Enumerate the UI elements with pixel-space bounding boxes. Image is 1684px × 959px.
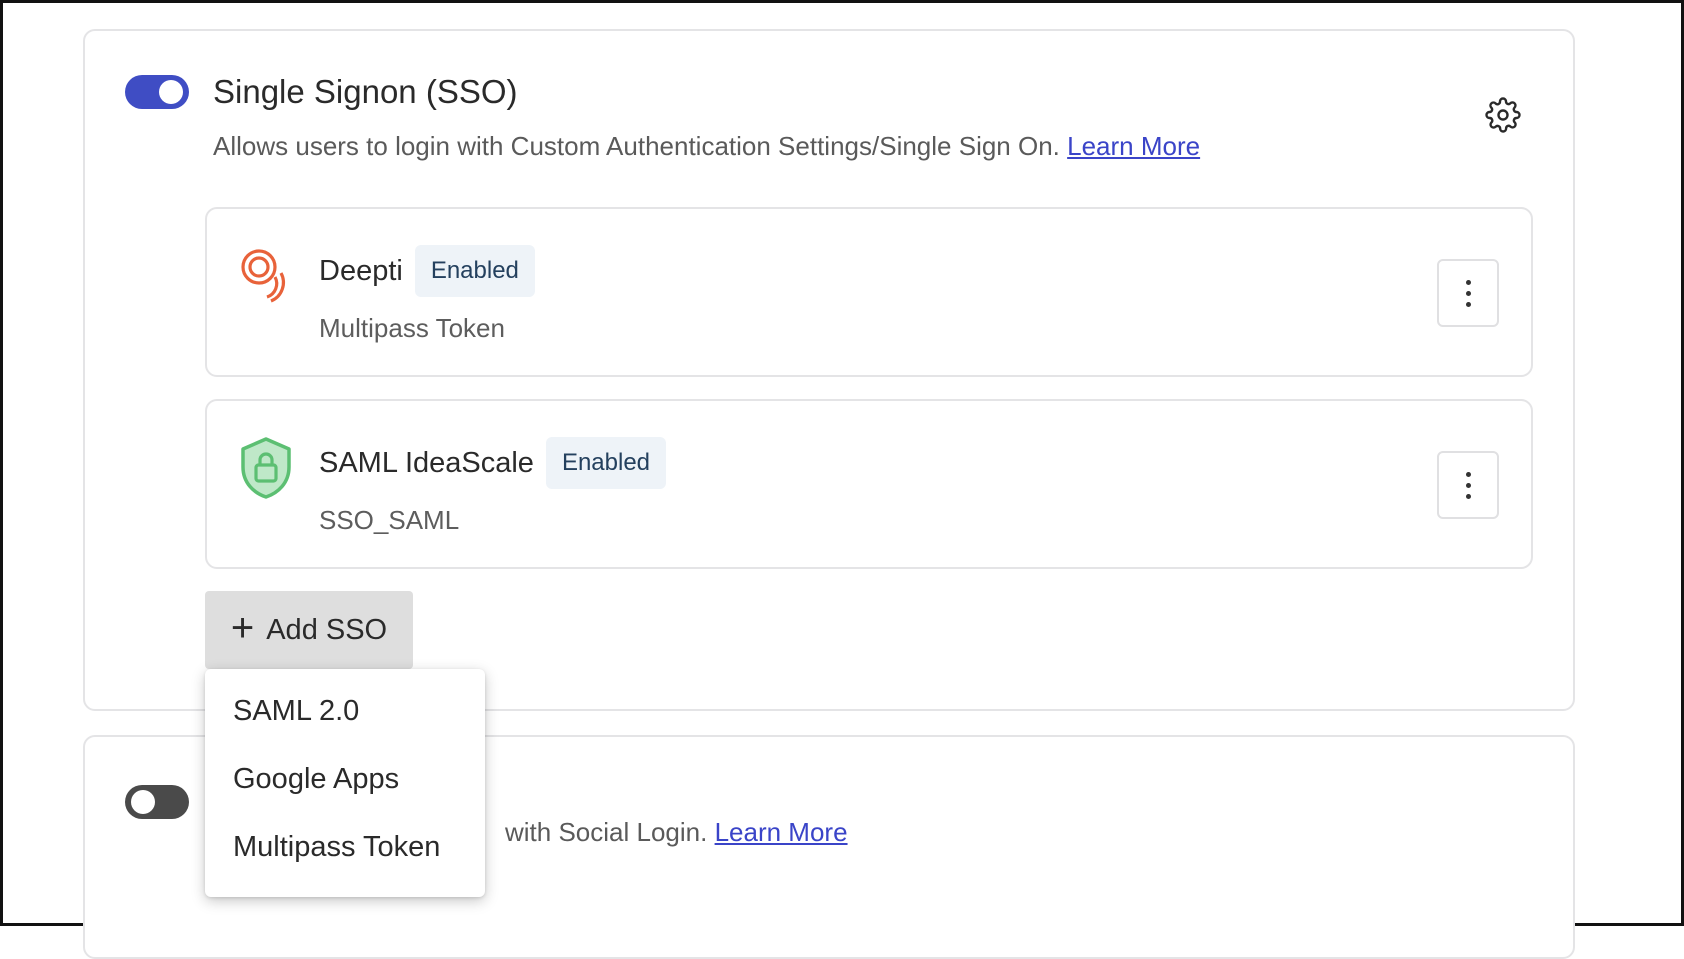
kebab-dot: [1465, 471, 1471, 477]
sso-title: Single Signon (SSO): [213, 73, 518, 110]
provider-menu-button[interactable]: [1437, 451, 1499, 519]
toggle-knob: [131, 790, 155, 814]
provider-name-row: Deepti Enabled: [319, 245, 535, 297]
add-sso-label: Add SSO: [266, 613, 388, 646]
menu-item-saml[interactable]: SAML 2.0: [205, 677, 485, 745]
kebab-dot: [1465, 279, 1471, 285]
provider-type: Multipass Token: [319, 313, 505, 343]
add-sso-button[interactable]: + Add SSO: [205, 591, 413, 669]
status-badge: Enabled: [545, 437, 667, 489]
screenshot-frame: Single Signon (SSO) Allows users to logi…: [0, 0, 1684, 959]
provider-name-row: SAML IdeaScale Enabled: [319, 437, 667, 489]
shield-lock-icon: [241, 437, 291, 499]
plus-icon: +: [230, 606, 255, 650]
sso-description-text: Allows users to login with Custom Authen…: [213, 131, 1060, 161]
kebab-dot: [1465, 301, 1471, 307]
sso-learn-more-link[interactable]: Learn More: [1067, 131, 1200, 161]
toggle-knob: [159, 80, 183, 104]
provider-type: SSO_SAML: [319, 505, 460, 535]
sso-description: Allows users to login with Custom Authen…: [213, 131, 1200, 162]
provider-name: Deepti: [319, 254, 403, 287]
multipass-icon: [241, 249, 285, 303]
menu-item-google-apps[interactable]: Google Apps: [205, 745, 485, 813]
kebab-dot: [1465, 493, 1471, 499]
provider-menu-button[interactable]: [1437, 259, 1499, 327]
menu-item-multipass-token[interactable]: Multipass Token: [205, 813, 485, 881]
sso-provider-card: SAML IdeaScale Enabled SSO_SAML: [205, 399, 1533, 569]
status-badge: Enabled: [414, 245, 535, 297]
sso-settings-card: Single Signon (SSO) Allows users to logi…: [83, 29, 1575, 711]
kebab-dot: [1465, 482, 1471, 488]
social-login-toggle[interactable]: [125, 785, 189, 819]
sso-toggle[interactable]: [125, 75, 189, 109]
sso-provider-card: Deepti Enabled Multipass Token: [205, 207, 1533, 377]
social-learn-more-link[interactable]: Learn More: [715, 817, 848, 847]
kebab-dot: [1465, 290, 1471, 296]
provider-name: SAML IdeaScale: [319, 446, 534, 479]
add-sso-dropdown-menu: SAML 2.0 Google Apps Multipass Token: [205, 669, 485, 897]
gear-icon[interactable]: [1485, 97, 1521, 133]
